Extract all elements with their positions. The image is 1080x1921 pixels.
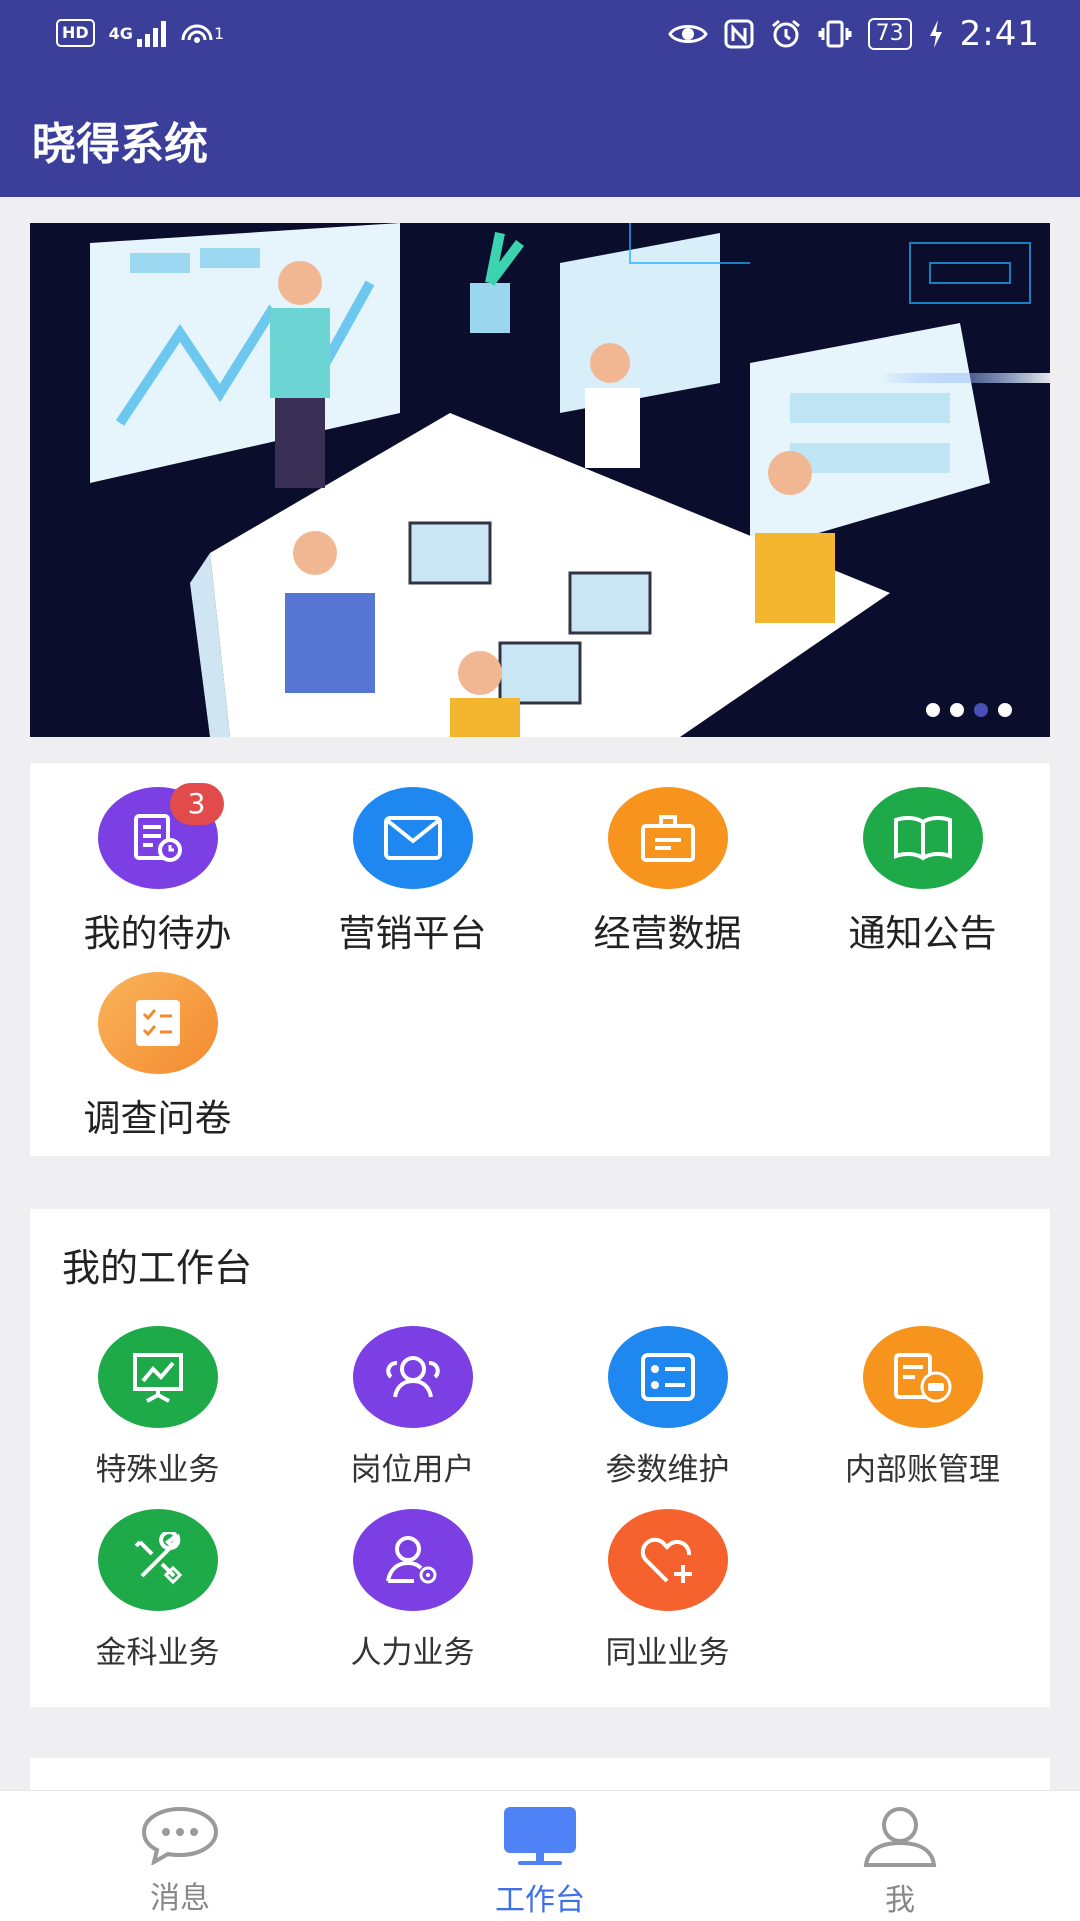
network-type: 4G — [108, 23, 133, 43]
workbench-item-label: 参数维护 — [605, 1452, 730, 1488]
carousel-dot[interactable] — [998, 703, 1012, 717]
nav-tab-me[interactable]: 我 — [800, 1805, 1000, 1919]
quick-item-label: 经营数据 — [593, 912, 742, 955]
todo-count-badge: 3 — [169, 783, 224, 825]
workbench-item-special-business[interactable]: 特殊业务 — [30, 1326, 285, 1489]
quick-item-label: 我的待办 — [83, 912, 232, 955]
quick-item-label: 调查问卷 — [83, 1097, 232, 1140]
quick-item-survey[interactable]: 调查问卷 — [30, 972, 285, 1142]
presentation-board-icon — [97, 1326, 218, 1428]
user-gear-icon — [352, 1509, 473, 1611]
heart-plus-icon — [607, 1509, 728, 1611]
nav-label: 我 — [885, 1883, 915, 1918]
mail-icon — [352, 787, 473, 889]
workbench-item-parameter-maintenance[interactable]: 参数维护 — [540, 1326, 795, 1489]
section-title: 我的工作台 — [62, 1246, 253, 1290]
eye-icon — [667, 21, 708, 47]
briefcase-icon — [607, 787, 728, 889]
workbench-item-label: 岗位用户 — [350, 1452, 475, 1488]
quick-item-marketing[interactable]: 营销平台 — [285, 787, 540, 957]
monitor-icon — [504, 1807, 576, 1865]
hotspot-count: 1 — [213, 23, 225, 43]
quick-item-label: 营销平台 — [338, 912, 487, 955]
quick-item-notices[interactable]: 通知公告 — [795, 787, 1050, 957]
workbench-item-label: 人力业务 — [350, 1635, 475, 1671]
workbench-item-label: 特殊业务 — [95, 1452, 220, 1488]
quick-item-label: 通知公告 — [848, 912, 997, 955]
checklist-icon — [97, 972, 218, 1074]
nav-label: 消息 — [150, 1881, 210, 1916]
workbench-item-interbank[interactable]: 同业业务 — [540, 1509, 795, 1672]
ledger-car-icon — [862, 1326, 983, 1428]
app-header: HD 4G 1 73 2:41 晓得系统 — [0, 0, 1080, 197]
workbench-item-fintech[interactable]: 金科业务 — [30, 1509, 285, 1672]
checklist-settings-icon — [607, 1326, 728, 1428]
hotspot-icon: 1 — [180, 18, 224, 48]
workbench-item-label: 金科业务 — [95, 1635, 220, 1671]
alarm-icon — [770, 18, 802, 50]
todo-clock-icon: 3 — [97, 783, 224, 889]
nav-tab-workbench[interactable]: 工作台 — [440, 1805, 640, 1919]
carousel-dot[interactable] — [950, 703, 964, 717]
workbench-item-internal-account[interactable]: 内部账管理 — [795, 1326, 1050, 1489]
workbench-item-post-users[interactable]: 岗位用户 — [285, 1326, 540, 1489]
carousel-dot-active[interactable] — [974, 703, 988, 717]
nfc-icon — [724, 19, 754, 49]
vibrate-icon — [818, 19, 852, 49]
banner-illustration — [30, 223, 1050, 737]
charging-icon — [928, 20, 944, 48]
clock: 2:41 — [959, 14, 1040, 54]
workbench-item-hr[interactable]: 人力业务 — [285, 1509, 540, 1672]
hd-icon: HD — [56, 19, 95, 47]
quick-actions-card: 3 我的待办 营销平台 经营数据 通知公告 调查问卷 — [30, 763, 1050, 1156]
banner-carousel[interactable] — [30, 223, 1050, 737]
carousel-dot[interactable] — [926, 703, 940, 717]
battery-icon: 73 — [867, 18, 912, 50]
page-title: 晓得系统 — [32, 119, 208, 170]
group-users-icon — [352, 1326, 473, 1428]
quick-item-todo[interactable]: 3 我的待办 — [30, 783, 285, 957]
workbench-item-label: 内部账管理 — [845, 1452, 1000, 1488]
quick-item-business-data[interactable]: 经营数据 — [540, 787, 795, 957]
nav-label: 工作台 — [495, 1883, 585, 1918]
status-bar: HD 4G 1 73 2:41 — [0, 0, 1080, 70]
bottom-navigation: 消息 工作台 我 — [0, 1790, 1080, 1921]
nav-tab-messages[interactable]: 消息 — [80, 1805, 280, 1917]
user-icon — [863, 1807, 937, 1867]
chat-bubble-icon — [141, 1806, 219, 1867]
tools-icon — [97, 1509, 218, 1611]
carousel-indicator[interactable] — [926, 703, 1012, 717]
workbench-item-label: 同业业务 — [605, 1635, 730, 1671]
workbench-card: 我的工作台 特殊业务 岗位用户 参数维护 内部账管理 金科业务 人力业务 同业业… — [30, 1209, 1050, 1707]
open-book-icon — [862, 787, 983, 889]
network-signal-icon: 4G — [109, 19, 166, 47]
